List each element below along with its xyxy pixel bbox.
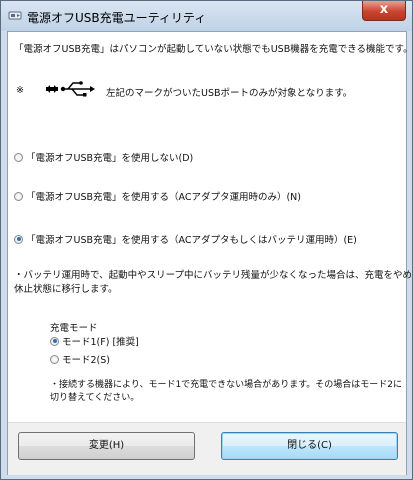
mode-note-line-2: 切り替えてください。: [50, 393, 140, 403]
radio-indicator: [50, 336, 59, 346]
option-ac-only-radio[interactable]: 「電源オフUSB充電」を使用する（ACアダプタ運用時のみ）(N): [14, 189, 301, 203]
mode-note-line-1: ・接続する機器により、モード1で充電できない場合があります。その場合はモード2に: [50, 380, 403, 390]
title-bar[interactable]: 電源オフUSB充電ユーティリティ x: [1, 1, 412, 31]
option-disable-radio[interactable]: 「電源オフUSB充電」を使用しない(D): [14, 150, 193, 164]
close-icon: x: [379, 2, 389, 17]
option-ac-or-battery-radio[interactable]: 「電源オフUSB充電」を使用する（ACアダプタもしくはバッテリ運用時）(E): [14, 232, 357, 246]
close-button[interactable]: 閉じる(C): [221, 432, 398, 460]
radio-indicator: [14, 234, 23, 244]
client-area: 「電源オフUSB充電」はパソコンが起動していない状態でもUSB機器を充電できる機…: [7, 31, 413, 475]
radio-indicator: [50, 354, 59, 364]
note-mark: ※: [16, 85, 24, 96]
change-button[interactable]: 変更(H): [18, 432, 195, 460]
button-bar: 変更(H) 閉じる(C): [8, 422, 406, 475]
mode-label: モード1(F) [推奨]: [62, 337, 139, 348]
mode-2-radio[interactable]: モード2(S): [50, 352, 110, 366]
radio-indicator: [14, 191, 23, 201]
app-icon: [8, 11, 22, 20]
settings-pane: 「電源オフUSB充電」はパソコンが起動していない状態でもUSB機器を充電できる機…: [8, 32, 413, 422]
mode-heading: 充電モード: [50, 323, 98, 334]
mode-1-radio[interactable]: モード1(F) [推奨]: [50, 334, 139, 348]
battery-note-line-2: 休止状態に移行します。: [14, 284, 118, 295]
radio-indicator: [14, 152, 23, 162]
description-text: 「電源オフUSB充電」はパソコンが起動していない状態でもUSB機器を充電できる機…: [14, 44, 413, 55]
battery-note-line-1: ・バッテリ運用時で、起動中やスリープ中にバッテリ残量が少なくなった場合は、充電を…: [14, 270, 413, 281]
option-label: 「電源オフUSB充電」を使用する（ACアダプタもしくはバッテリ運用時）(E): [26, 235, 357, 246]
mode-label: モード2(S): [62, 355, 110, 366]
usb-power-icon: [46, 81, 95, 97]
note-text: 左記のマークがついたUSBポートのみが対象となります。: [106, 88, 353, 99]
close-window-button[interactable]: x: [362, 1, 406, 21]
option-label: 「電源オフUSB充電」を使用する（ACアダプタ運用時のみ）(N): [26, 192, 301, 203]
option-label: 「電源オフUSB充電」を使用しない(D): [26, 153, 194, 164]
window-title: 電源オフUSB充電ユーティリティ: [27, 11, 207, 25]
utility-window: 電源オフUSB充電ユーティリティ x 「電源オフUSB充電」はパソコンが起動して…: [0, 0, 413, 480]
